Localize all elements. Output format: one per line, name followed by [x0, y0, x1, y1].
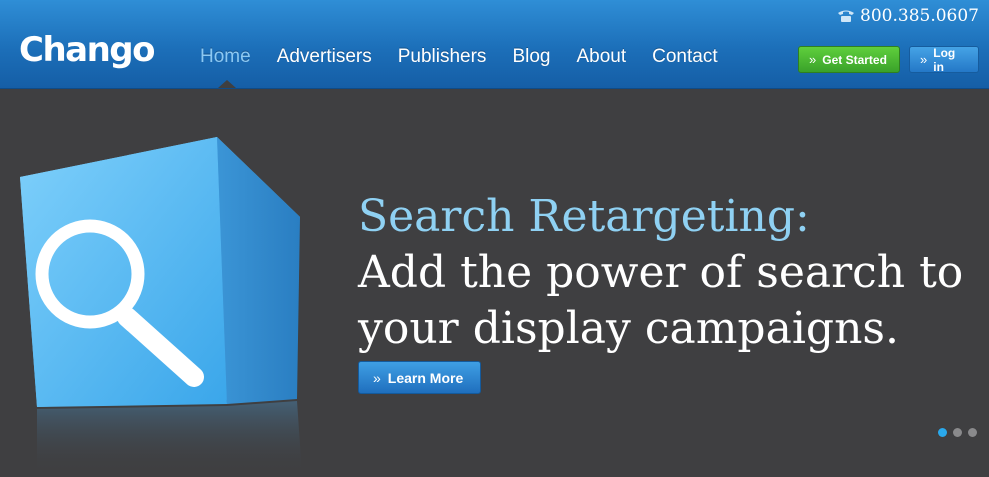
active-nav-indicator: [218, 80, 236, 88]
magnifier-cube-icon: [20, 137, 302, 474]
site-header: 800.385.0607 Chango Home Advertisers Pub…: [0, 0, 989, 89]
carousel-dot-2[interactable]: [953, 428, 962, 437]
learn-more-label: Learn More: [387, 369, 464, 386]
carousel-dot-1[interactable]: [938, 428, 947, 437]
nav-about[interactable]: About: [576, 46, 626, 68]
nav-contact[interactable]: Contact: [652, 46, 717, 68]
phone-icon: [838, 10, 855, 22]
hero-banner: Search Retargeting: Add the power of sea…: [0, 89, 989, 477]
get-started-label: Get Started: [822, 52, 887, 67]
headline-accent: Search Retargeting:: [358, 191, 810, 242]
learn-more-button[interactable]: » Learn More: [358, 361, 481, 394]
phone-text: 800.385.0607: [860, 6, 979, 26]
login-button[interactable]: » Log in: [909, 45, 979, 74]
chevron-right-icon: »: [809, 52, 817, 67]
main-nav: Home Advertisers Publishers Blog About C…: [200, 46, 744, 68]
carousel-pagination: [938, 428, 977, 437]
phone-number: 800.385.0607: [837, 6, 979, 26]
carousel-dot-3[interactable]: [968, 428, 977, 437]
chevron-right-icon: »: [920, 52, 928, 67]
get-started-button[interactable]: » Get Started: [798, 46, 900, 73]
hero-headline: Search Retargeting: Add the power of sea…: [358, 189, 963, 357]
logo[interactable]: Chango: [19, 30, 156, 70]
nav-home[interactable]: Home: [200, 46, 251, 68]
nav-blog[interactable]: Blog: [512, 46, 550, 68]
nav-publishers[interactable]: Publishers: [398, 46, 487, 68]
headline-line-2: Add the power of search to: [358, 247, 964, 298]
login-label: Log in: [933, 45, 956, 74]
headline-line-3: your display campaigns.: [358, 303, 899, 354]
nav-advertisers[interactable]: Advertisers: [277, 46, 372, 68]
chevron-right-icon: »: [373, 369, 381, 386]
